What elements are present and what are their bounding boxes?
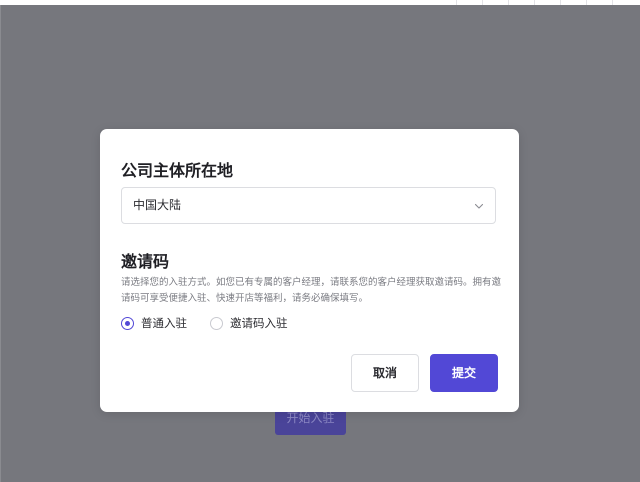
- location-title: 公司主体所在地: [121, 161, 234, 180]
- onboarding-dialog: 公司主体所在地 中国大陆 邀请码 请选择您的入驻方式。如您已有专属的客户经理，请…: [100, 129, 519, 412]
- location-select[interactable]: 中国大陆: [121, 187, 496, 224]
- submit-button[interactable]: 提交: [430, 354, 498, 392]
- onboarding-method-radio-group: 普通入驻 邀请码入驻: [121, 315, 321, 331]
- radio-normal-onboarding-label: 普通入驻: [141, 316, 187, 330]
- radio-invite-code-onboarding[interactable]: 邀请码入驻: [210, 315, 288, 331]
- invite-code-title: 邀请码: [121, 252, 170, 271]
- radio-checked-icon[interactable]: [121, 316, 134, 330]
- cancel-button[interactable]: 取消: [351, 354, 419, 392]
- radio-invite-code-onboarding-label: 邀请码入驻: [230, 316, 288, 330]
- radio-unchecked-icon[interactable]: [210, 316, 223, 330]
- invite-code-description: 请选择您的入驻方式。如您已有专属的客户经理，请联系您的客户经理获取邀请码。拥有邀…: [121, 277, 502, 304]
- page-edge: [0, 5, 1, 482]
- radio-normal-onboarding[interactable]: 普通入驻: [121, 315, 187, 331]
- location-select-value: 中国大陆: [133, 198, 182, 212]
- chevron-down-icon: [474, 203, 484, 209]
- radio-dot: [125, 320, 130, 326]
